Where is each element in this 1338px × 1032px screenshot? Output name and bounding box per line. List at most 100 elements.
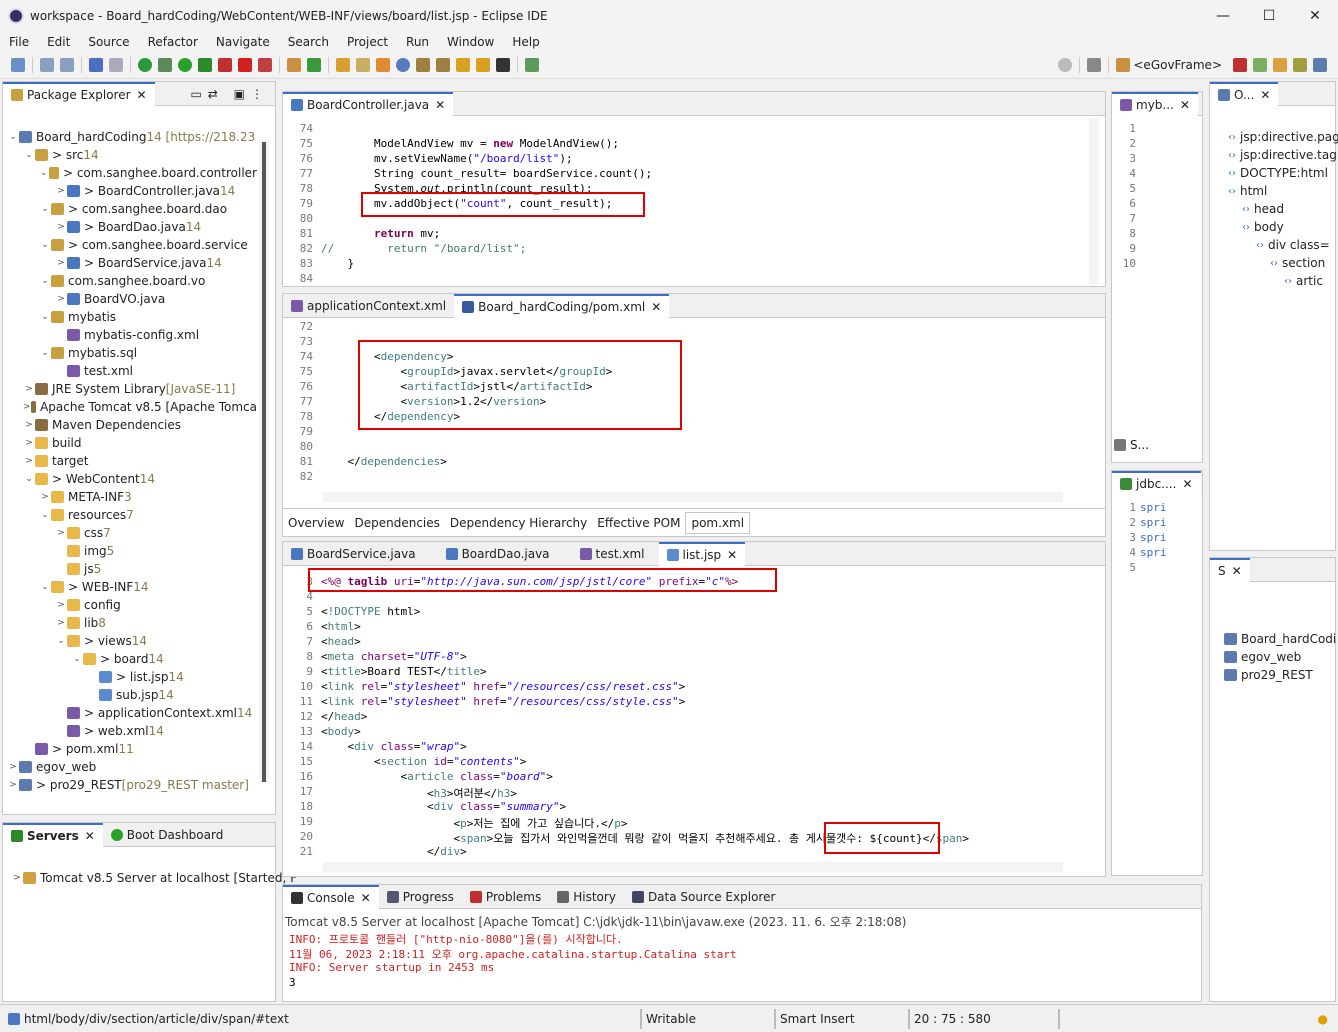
open-type-icon[interactable] [336,57,350,72]
tree-item[interactable]: > > pro29_REST [pro29_REST master] [7,776,257,794]
expand-icon[interactable]: > [7,780,19,790]
list-item[interactable]: Board_hardCodi [1224,630,1336,648]
tree-item[interactable]: sub.jsp 14 [7,686,257,704]
team-perspective-icon[interactable] [1313,57,1327,72]
tab-progress[interactable]: Progress [379,885,462,909]
expand-icon[interactable]: > [55,186,67,196]
tab-board-service[interactable]: BoardService.java [283,542,424,566]
expand-icon[interactable]: ⌄ [23,150,35,160]
prev-annotation-icon[interactable] [436,57,450,72]
expand-icon[interactable]: > [55,618,67,628]
code-line[interactable]: spri [1140,531,1167,544]
list-item[interactable]: pro29_REST [1224,666,1336,684]
tree-item[interactable]: > lib 8 [7,614,257,632]
tab-jdbc[interactable]: jdbc.... ✕ [1112,470,1201,495]
tree-item[interactable]: ⌄ mybatis.sql [7,344,257,362]
web-browser-icon[interactable] [396,57,410,72]
tree-item[interactable]: ⌄ > views 14 [7,632,257,650]
tab-mybatis[interactable]: myb... ✕ [1112,91,1198,116]
menu-window[interactable]: Window [438,35,503,49]
tab-pom-source[interactable]: pom.xml [685,511,751,534]
tab-servers[interactable]: Servers ✕ [3,822,103,847]
tab-dependencies[interactable]: Dependencies [350,516,445,530]
spring-boot-icon[interactable] [138,57,152,72]
server-row[interactable]: > Tomcat v8.5 Server at localhost [Start… [11,871,297,885]
expand-icon[interactable]: ⌄ [55,636,67,646]
tree-item[interactable]: ⌄ Board_hardCoding 14 [https://218.23 [7,128,257,146]
mybatis-code-area[interactable]: 1 2 3 4 5 6 7 8 9 10 [1116,122,1156,272]
minimize-button[interactable]: — [1200,0,1246,32]
code-line[interactable]: <meta charset="UTF-8"> [321,650,467,663]
tree-item[interactable]: mybatis-config.xml [7,326,257,344]
outline-item[interactable]: ‹› head [1214,200,1338,218]
tree-item[interactable]: > pom.xml 11 [7,740,257,758]
expand-icon[interactable]: > [39,492,51,502]
code-line[interactable]: <p>저는 집에 가고 싶습니다.</p> [321,815,627,831]
outline-item[interactable]: ‹› DOCTYPE:html [1214,164,1338,182]
code-line[interactable]: <link rel="stylesheet" href="/resources/… [321,680,685,693]
tab-application-context[interactable]: applicationContext.xml [283,294,454,318]
view-menu-icon[interactable]: ▭⇄ ▣⋮ [190,87,269,101]
debug-icon[interactable] [158,57,172,72]
tree-item[interactable]: > target [7,452,257,470]
expand-icon[interactable]: > [23,438,35,448]
expand-icon[interactable]: ⌄ [39,240,51,250]
tree-item[interactable]: ⌄ com.sanghee.board.vo [7,272,257,290]
menu-run[interactable]: Run [397,35,438,49]
expand-icon[interactable]: ⌄ [39,510,51,520]
tab-snippets[interactable]: S... [1114,438,1149,452]
outline-item[interactable]: ‹› jsp:directive.tag [1214,146,1338,164]
tree-item[interactable]: > > BoardService.java 14 [7,254,257,272]
lightbulb-icon[interactable]: ● [1318,1012,1328,1026]
tab-boot-dashboard[interactable]: Boot Dashboard [103,823,232,847]
tab-board-dao[interactable]: BoardDao.java [438,542,558,566]
close-icon[interactable]: ✕ [137,88,147,102]
code-line[interactable]: </head> [321,710,367,723]
open-task-icon[interactable] [376,57,390,72]
tree-item[interactable]: > Apache Tomcat v8.5 [Apache Tomca [7,398,257,416]
close-icon[interactable]: ✕ [435,98,445,112]
tree-item[interactable]: ⌄ > WebContent 14 [7,470,257,488]
outline-item[interactable]: ‹› jsp:directive.pag [1214,128,1338,146]
code-line[interactable]: <div class="summary"> [321,800,566,813]
menu-source[interactable]: Source [79,35,138,49]
jsp-code-area[interactable]: 3 <%@ taglib uri="http://java.sun.com/jsp… [283,575,1073,860]
coverage-icon[interactable] [198,57,212,72]
expand-icon[interactable]: > [23,384,35,394]
tab-test-xml[interactable]: test.xml [572,542,653,566]
expand-icon[interactable]: > [55,294,67,304]
code-line[interactable]: <!DOCTYPE html> [321,605,420,618]
tree-item[interactable]: > > BoardDao.java 14 [7,218,257,236]
tree-item[interactable]: > list.jsp 14 [7,668,257,686]
expand-icon[interactable]: > [23,456,35,466]
menu-navigate[interactable]: Navigate [207,35,279,49]
expand-icon[interactable]: > [23,402,31,412]
pin-editor-icon[interactable] [525,57,539,72]
tree-item[interactable]: js 5 [7,560,257,578]
tree-item[interactable]: > build [7,434,257,452]
list-item[interactable]: egov_web [1224,648,1336,666]
close-icon[interactable]: ✕ [1182,477,1192,491]
code-line[interactable]: </dependencies> [321,455,446,468]
code-line[interactable]: <title>Board TEST</title> [321,665,487,678]
code-line[interactable]: String count_result= boardService.count(… [321,167,652,180]
tree-item[interactable]: > css 7 [7,524,257,542]
tab-pom-xml[interactable]: Board_hardCoding/pom.xml ✕ [454,293,670,318]
expand-icon[interactable]: ⌄ [71,654,83,664]
search-icon[interactable] [1058,57,1073,72]
expand-icon[interactable]: ⌄ [39,168,49,178]
menu-search[interactable]: Search [279,35,338,49]
java-ee-perspective-icon[interactable] [1233,57,1247,72]
tree-item[interactable]: > egov_web [7,758,257,776]
tree-item[interactable]: ⌄ mybatis [7,308,257,326]
tab-side-view[interactable]: S ✕ [1210,557,1250,582]
save-icon[interactable] [40,57,54,72]
expand-icon[interactable]: ⌄ [39,276,51,286]
spring-perspective-icon[interactable] [1253,57,1267,72]
tree-item[interactable]: > META-INF 3 [7,488,257,506]
editor-scrollbar[interactable] [1089,118,1099,284]
horizontal-scrollbar[interactable] [323,492,1063,502]
tree-item[interactable]: ⌄ > WEB-INF 14 [7,578,257,596]
expand-icon[interactable]: ⌄ [39,204,51,214]
tab-effective-pom[interactable]: Effective POM [592,516,685,530]
